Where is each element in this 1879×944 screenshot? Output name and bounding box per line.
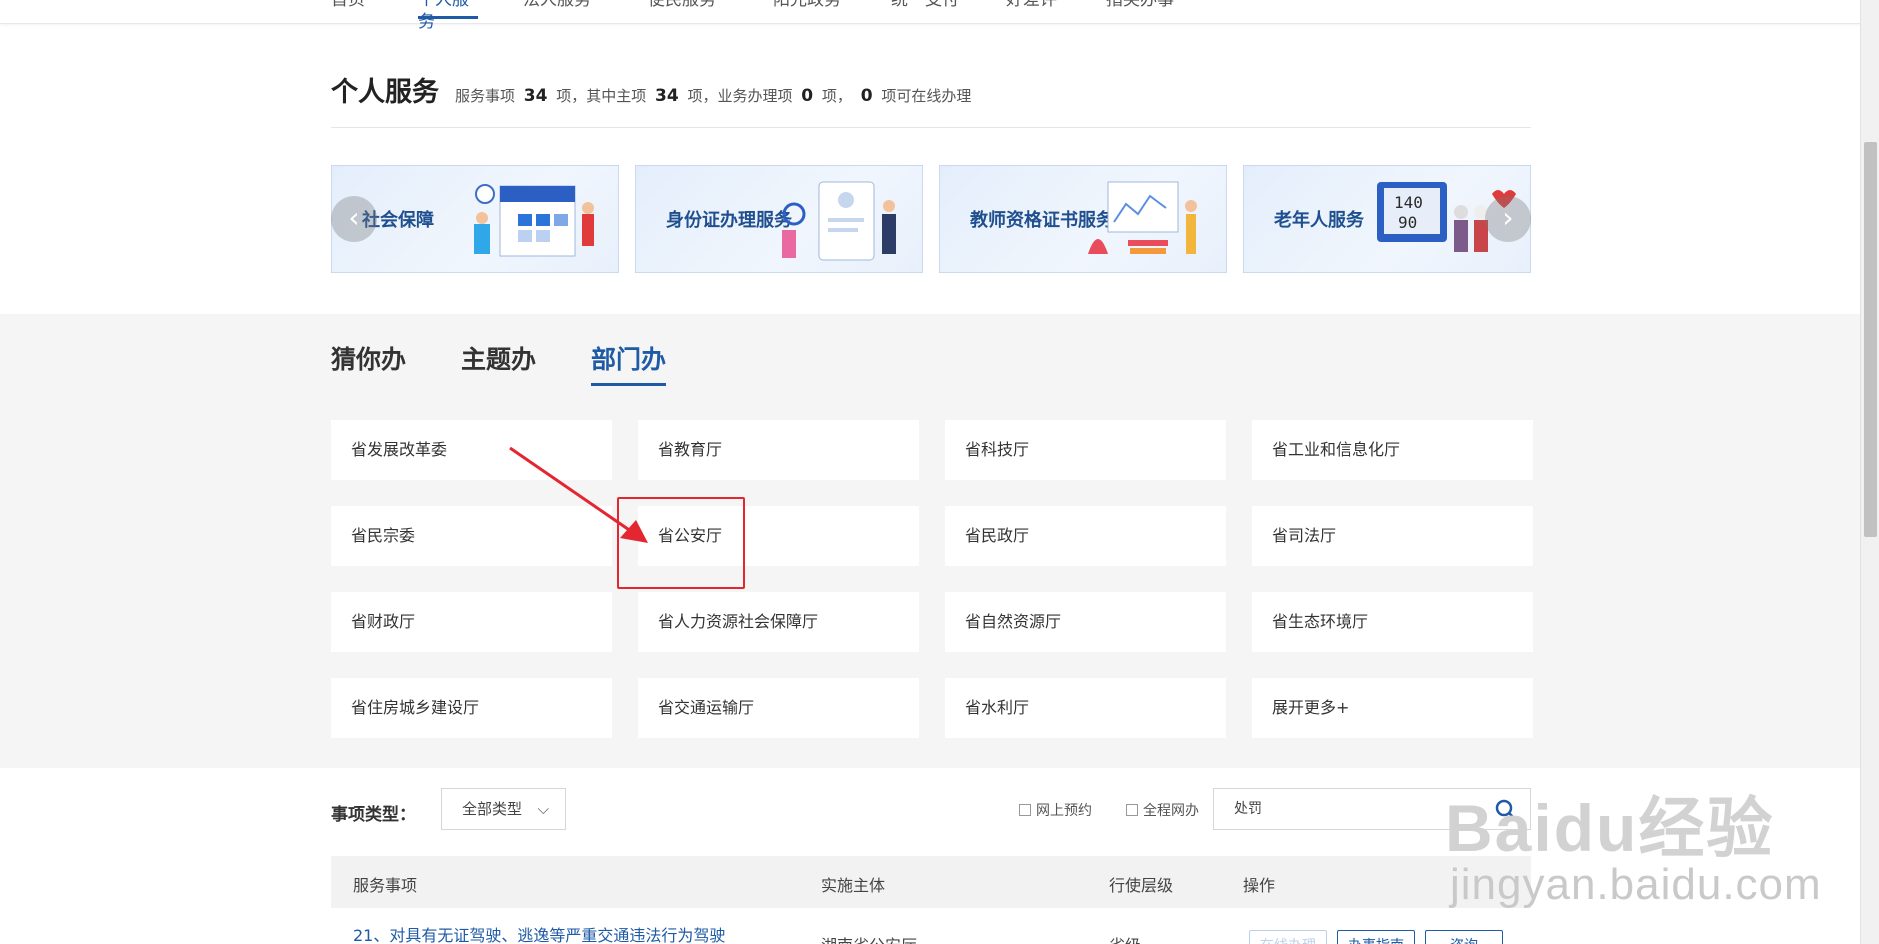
service-tabs: 猜你办 主题办 部门办 (331, 340, 667, 386)
tab-department[interactable]: 部门办 (591, 340, 667, 386)
stats-text: 项可在线办理 (881, 87, 972, 105)
guide-button[interactable]: 办事指南 (1337, 930, 1415, 944)
filter-bar: 事项类型： 全部类型 ⌵ 网上预约 全程网办 处罚 (331, 788, 1531, 832)
watermark-url: jingyan.baidu.com (1450, 860, 1822, 909)
stats-main: 34 (655, 86, 679, 106)
dept-item[interactable]: 省人力资源社会保障厅 (638, 592, 919, 652)
nav-items: 首页 个人服务 法人服务 便民服务 阳光政务 统一支付 好差评 指尖办事 (331, 0, 1206, 32)
nav-item-sunshine[interactable]: 阳光政务 (773, 0, 891, 19)
service-item-link[interactable]: 21、对具有无证驾驶、逃逸等严重交通违法行为驾驶 (353, 922, 725, 944)
banner-id-card[interactable]: 身份证办理服务 (635, 165, 923, 273)
nav-item-payment[interactable]: 统一支付 (891, 0, 1006, 19)
online-apply-button[interactable]: 在线办理 (1249, 930, 1327, 944)
carousel-next-icon[interactable]: › (1485, 196, 1531, 242)
type-select-value: 全部类型 (462, 800, 523, 818)
nav-item-mobile[interactable]: 指尖办事 (1106, 0, 1206, 19)
filter-label: 事项类型： (331, 805, 416, 825)
section-header: 个人服务 服务事项 34 项，其中主项 34 项，业务办理项 0 项， 0 项可… (331, 70, 1531, 128)
dept-item[interactable]: 省自然资源厅 (945, 592, 1226, 652)
expand-more-button[interactable]: 展开更多+ (1252, 678, 1533, 738)
stats-text: 服务事项 (455, 87, 516, 105)
banner-label: 老年人服务 (1274, 210, 1364, 231)
nav-item-legal[interactable]: 法人服务 (523, 0, 648, 19)
table-header: 服务事项 实施主体 行使层级 操作 (331, 856, 1531, 908)
stats-text: 项，业务办理项 (687, 87, 793, 105)
checkbox-label: 全程网办 (1143, 803, 1199, 819)
column-header: 实施主体 (821, 876, 886, 895)
dept-item[interactable]: 省生态环境厅 (1252, 592, 1533, 652)
checkbox-box[interactable] (1126, 804, 1138, 816)
stats-online: 0 (860, 86, 873, 106)
svg-text:90: 90 (1398, 213, 1417, 232)
calendar-illustration-icon (474, 184, 594, 257)
dept-item[interactable]: 省司法厅 (1252, 506, 1533, 566)
tab-guess[interactable]: 猜你办 (331, 340, 406, 386)
service-stats: 服务事项 34 项，其中主项 34 项，业务办理项 0 项， 0 项可在线办理 (455, 85, 971, 106)
watermark-logo: Baidu经验 (1445, 791, 1775, 865)
nav-item-home[interactable]: 首页 (331, 0, 418, 19)
consult-button[interactable]: 咨询 (1425, 930, 1503, 944)
search-value: 处罚 (1234, 801, 1262, 817)
nav-item-convenience[interactable]: 便民服务 (648, 0, 773, 19)
full-online-checkbox[interactable]: 全程网办 (1126, 800, 1199, 820)
dept-item[interactable]: 省民政厅 (945, 506, 1226, 566)
page-scrollbar[interactable] (1860, 0, 1879, 944)
page-title: 个人服务 (331, 77, 439, 108)
column-header: 服务事项 (353, 876, 418, 895)
nav-item-review[interactable]: 好差评 (1006, 0, 1106, 19)
stats-text: 项，其中主项 (556, 87, 647, 105)
table-row: 21、对具有无证驾驶、逃逸等严重交通违法行为驾驶 湖南省公安厅 省级 在线办理 … (331, 908, 1531, 944)
type-select[interactable]: 全部类型 ⌵ (441, 788, 566, 830)
stats-total: 34 (523, 86, 548, 106)
dept-item[interactable]: 省工业和信息化厅 (1252, 420, 1533, 480)
annotation-highlight-box (617, 497, 745, 589)
id-card-illustration-icon (782, 181, 896, 261)
chevron-down-icon: ⌵ (537, 800, 549, 818)
tab-theme[interactable]: 主题办 (461, 340, 536, 386)
level-cell: 省级 (1109, 932, 1141, 944)
dept-item[interactable]: 省水利厅 (945, 678, 1226, 738)
column-header: 操作 (1243, 876, 1276, 895)
stats-business: 0 (801, 86, 814, 106)
service-banners: 社会保障 身份证办理服务 教师资格证书服务 老年人服务 140 90 (331, 165, 1531, 273)
checkbox-label: 网上预约 (1036, 803, 1092, 819)
stats-text: 项， (821, 87, 852, 105)
chart-board-illustration-icon (1088, 181, 1197, 254)
svg-text:140: 140 (1394, 193, 1423, 212)
dept-item[interactable]: 省交通运输厅 (638, 678, 919, 738)
dept-item[interactable]: 省教育厅 (638, 420, 919, 480)
subject-cell: 湖南省公安厅 (821, 932, 917, 944)
online-booking-checkbox[interactable]: 网上预约 (1019, 800, 1092, 820)
carousel-prev-icon[interactable]: ‹ (331, 196, 377, 242)
column-header: 行使层级 (1109, 876, 1174, 895)
banner-teacher-cert[interactable]: 教师资格证书服务 (939, 165, 1227, 273)
scrollbar-thumb[interactable] (1864, 142, 1877, 537)
dept-item[interactable]: 省科技厅 (945, 420, 1226, 480)
dept-item[interactable]: 省住房城乡建设厅 (331, 678, 612, 738)
nav-item-personal[interactable]: 个人服务 (418, 0, 478, 32)
top-navigation: 首页 个人服务 法人服务 便民服务 阳光政务 统一支付 好差评 指尖办事 (0, 0, 1860, 32)
dept-item[interactable]: 省财政厅 (331, 592, 612, 652)
checkbox-box[interactable] (1019, 804, 1031, 816)
